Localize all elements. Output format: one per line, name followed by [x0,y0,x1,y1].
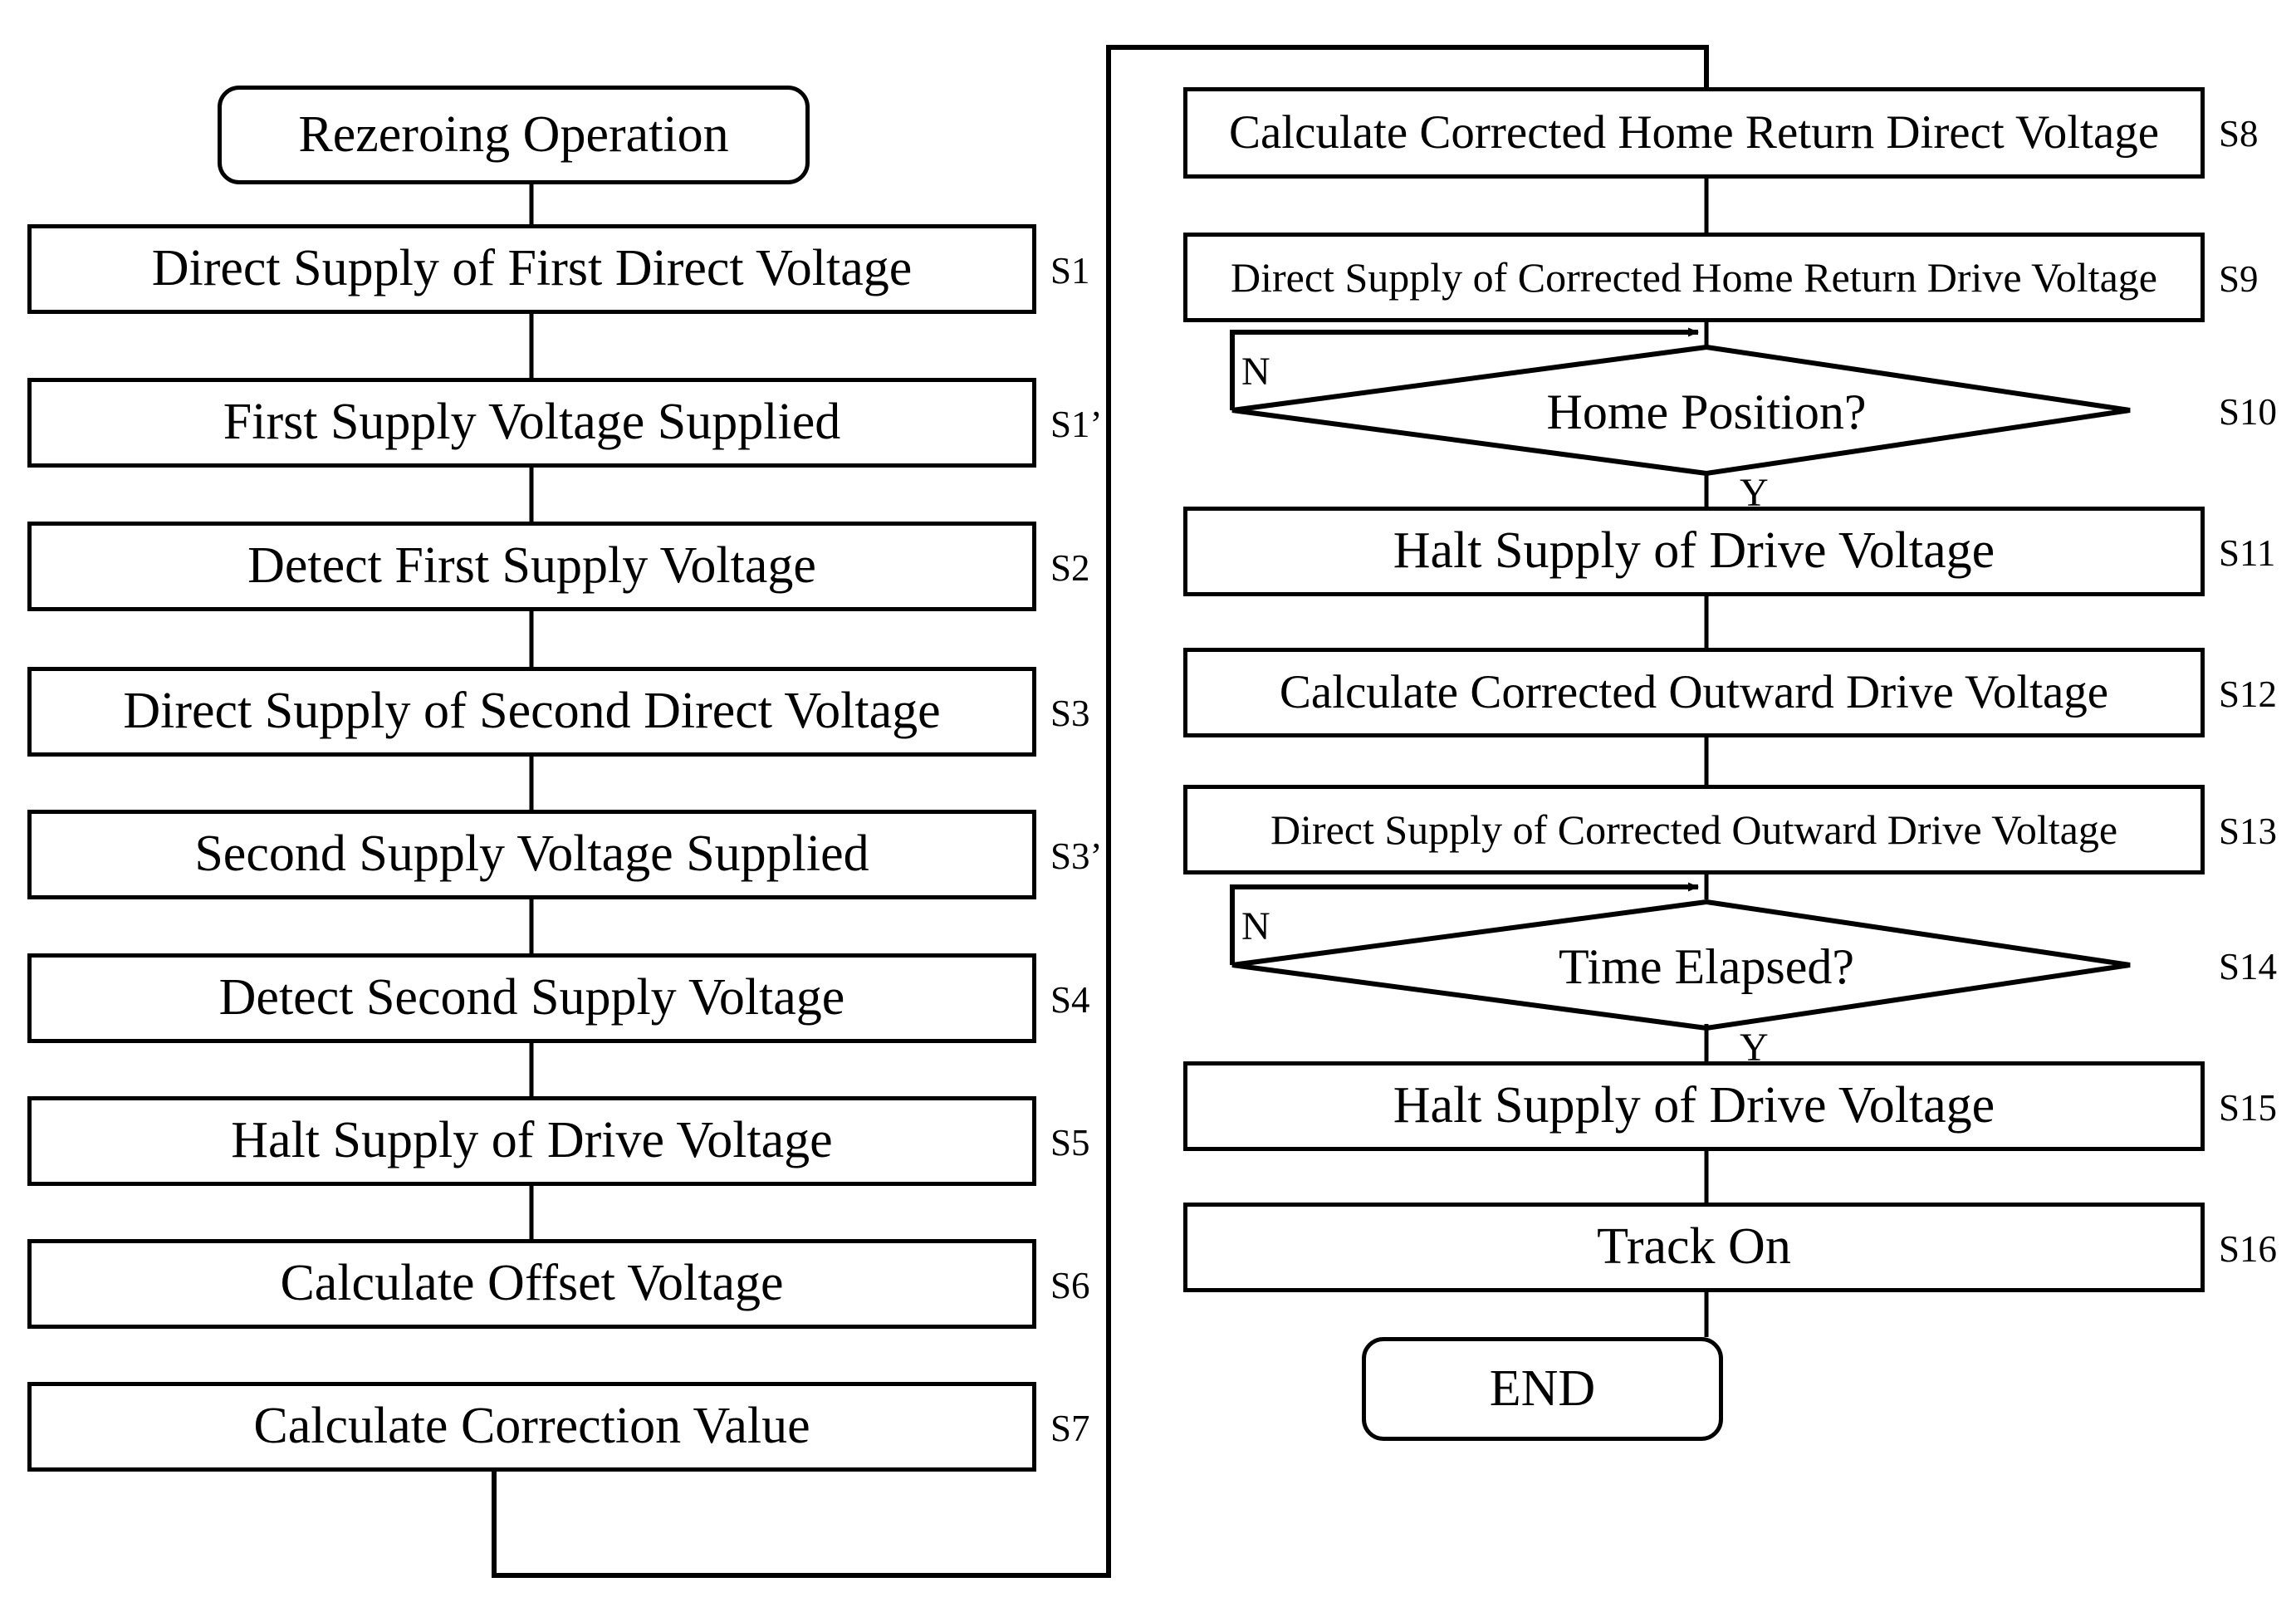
node-s15[interactable]: Halt Supply of Drive Voltage [1183,1061,2205,1151]
node-end[interactable]: END [1362,1337,1723,1441]
step-tag-s2: S2 [1050,547,1090,589]
step-tag-s1-prime: S1’ [1050,404,1103,445]
branch-label-s14-no: N [1241,904,1270,948]
node-s4[interactable]: Detect Second Supply Voltage [27,953,1036,1043]
node-s13[interactable]: Direct Supply of Corrected Outward Drive… [1183,785,2205,874]
node-s14-label: Time Elapsed? [1558,939,1855,994]
node-s12[interactable]: Calculate Corrected Outward Drive Voltag… [1183,648,2205,737]
step-tag-s4: S4 [1050,979,1090,1021]
branch-label-s14-yes: Y [1740,1026,1769,1070]
step-tag-s11: S11 [2219,532,2276,574]
step-tag-s3-prime: S3’ [1050,835,1103,877]
node-s11[interactable]: Halt Supply of Drive Voltage [1183,507,2205,596]
step-tag-s12: S12 [2219,674,2278,715]
node-label: END [1489,1359,1596,1417]
node-s8[interactable]: Calculate Corrected Home Return Direct V… [1183,87,2205,179]
node-s3-prime[interactable]: Second Supply Voltage Supplied [27,810,1036,899]
node-label: Calculate Correction Value [253,1398,810,1455]
node-label: Direct Supply of Second Direct Voltage [123,683,941,740]
node-label: Direct Supply of Corrected Outward Drive… [1270,806,2118,853]
step-tag-s1: S1 [1050,250,1090,291]
node-label: Detect First Supply Voltage [247,537,816,595]
node-label: Halt Supply of Drive Voltage [1393,1077,1995,1134]
node-label: First Supply Voltage Supplied [223,394,841,451]
step-tag-s16: S16 [2219,1228,2278,1270]
step-tag-s14: S14 [2219,946,2278,987]
node-s2[interactable]: Detect First Supply Voltage [27,522,1036,611]
step-tag-s3: S3 [1050,693,1090,734]
branch-label-s10-no: N [1241,350,1270,394]
node-s5[interactable]: Halt Supply of Drive Voltage [27,1096,1036,1186]
step-tag-s7: S7 [1050,1408,1090,1449]
node-s9[interactable]: Direct Supply of Corrected Home Return D… [1183,233,2205,322]
node-s6[interactable]: Calculate Offset Voltage [27,1239,1036,1329]
node-label: Direct Supply of First Direct Voltage [151,240,913,297]
flowchart-canvas: Rezeroing Operation Direct Supply of Fir… [0,0,2296,1597]
node-label: Calculate Offset Voltage [280,1255,784,1312]
node-label: Halt Supply of Drive Voltage [1393,522,1995,580]
node-label: Rezeroing Operation [298,105,729,163]
node-s3[interactable]: Direct Supply of Second Direct Voltage [27,667,1036,757]
node-label: Calculate Corrected Home Return Direct V… [1228,106,2160,159]
node-s10-label: Home Position? [1546,385,1867,439]
node-s7[interactable]: Calculate Correction Value [27,1382,1036,1472]
step-tag-s8: S8 [2219,113,2259,154]
node-label: Halt Supply of Drive Voltage [231,1112,833,1169]
node-label: Direct Supply of Corrected Home Return D… [1231,253,2157,301]
node-rezeroing-operation[interactable]: Rezeroing Operation [218,86,810,184]
node-s1-prime[interactable]: First Supply Voltage Supplied [27,378,1036,468]
step-tag-s10: S10 [2219,391,2278,433]
node-s16[interactable]: Track On [1183,1203,2205,1292]
step-tag-s6: S6 [1050,1265,1090,1306]
node-label: Detect Second Supply Voltage [218,969,845,1026]
node-label: Calculate Corrected Outward Drive Voltag… [1279,666,2109,719]
step-tag-s9: S9 [2219,258,2259,300]
node-label: Track On [1597,1218,1791,1276]
step-tag-s15: S15 [2219,1087,2278,1129]
branch-label-s10-yes: Y [1740,471,1769,515]
step-tag-s13: S13 [2219,811,2278,852]
node-label: Second Supply Voltage Supplied [194,825,869,883]
step-tag-s5: S5 [1050,1122,1090,1163]
node-s1[interactable]: Direct Supply of First Direct Voltage [27,224,1036,314]
